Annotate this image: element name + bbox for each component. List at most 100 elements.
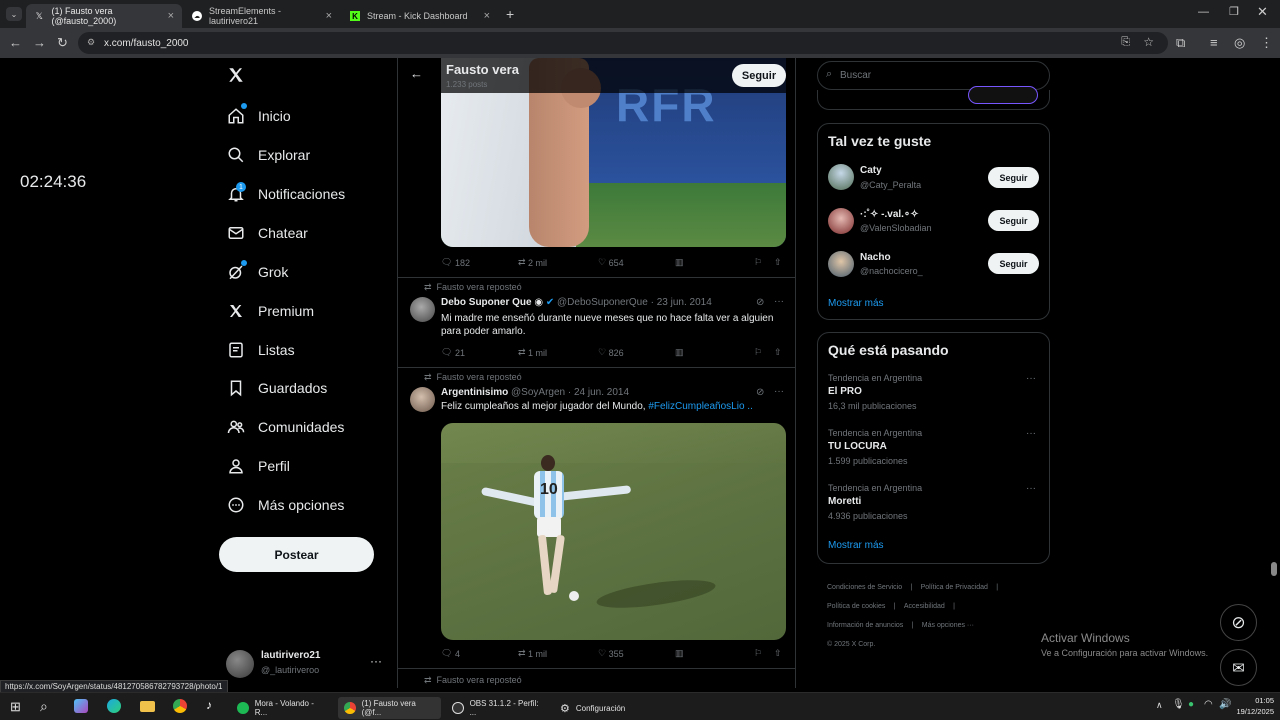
share-button[interactable]: ⇧ [774, 648, 782, 659]
share-button[interactable]: ⇧ [774, 347, 782, 358]
footer-link[interactable]: Política de Privacidad [921, 584, 988, 591]
profile-icon[interactable]: ◎ [1234, 35, 1245, 51]
grok-icon[interactable]: ⊘ [756, 387, 764, 398]
site-info-icon[interactable]: ⚙ [87, 37, 95, 48]
trend-item[interactable]: Tendencia en Argentina El PRO 16,3 mil p… [818, 371, 1049, 415]
show-more-link[interactable]: Mostrar más [828, 540, 884, 551]
tray-chevron-icon[interactable]: ∧ [1156, 700, 1163, 711]
search-input[interactable]: Buscar [840, 70, 871, 81]
views-icon[interactable]: ▥ [675, 257, 684, 268]
like-button[interactable]: ♡ 654 [598, 257, 624, 268]
wifi-icon[interactable]: ◠ [1204, 699, 1213, 710]
share-button[interactable]: ⇧ [774, 257, 782, 268]
live-avatars[interactable] [968, 86, 1038, 104]
user-name[interactable]: Caty [860, 165, 882, 176]
install-app-icon[interactable]: ⎘ [1121, 36, 1130, 49]
microphone-icon[interactable]: 🎙 [1172, 699, 1185, 710]
views-icon[interactable]: ▥ [675, 347, 684, 358]
tray-app-icon[interactable]: ● [1188, 699, 1194, 710]
nav-inicio[interactable]: Inicio [226, 101, 291, 131]
close-icon[interactable]: × [326, 10, 332, 22]
tab-kick[interactable]: K Stream - Kick Dashboard × [342, 4, 498, 28]
bookmark-button[interactable]: ⚐ [754, 347, 762, 358]
follow-button[interactable]: Seguir [988, 167, 1039, 188]
show-more-link[interactable]: Mostrar más [828, 298, 884, 309]
views-icon[interactable]: ▥ [675, 648, 684, 659]
avatar[interactable] [410, 297, 435, 322]
extensions-icon[interactable]: ⧉ [1176, 35, 1185, 51]
windows-start-icon[interactable]: ⊞ [10, 699, 21, 715]
scrollbar[interactable] [1271, 62, 1277, 688]
tweet-argentinisimo[interactable]: ⇄ Fausto vera reposteó Argentinisimo @So… [398, 370, 795, 430]
nav-mas-opciones[interactable]: Más opciones [226, 490, 344, 520]
back-icon[interactable]: ← [9, 35, 22, 50]
follow-button[interactable]: Seguir [988, 210, 1039, 231]
follow-button[interactable]: Seguir [732, 64, 786, 87]
scrollbar-thumb[interactable] [1271, 562, 1277, 576]
avatar[interactable] [410, 387, 435, 412]
forward-icon[interactable]: → [33, 35, 46, 50]
nav-perfil[interactable]: Perfil [226, 451, 290, 481]
footer-link[interactable]: Información de anuncios [827, 622, 903, 629]
repost-button[interactable]: ⇄ 1 mil [518, 347, 547, 358]
taskbar-app-settings[interactable]: ⚙ Configuración [554, 697, 644, 719]
tab-search-icon[interactable]: ⌄ [6, 7, 22, 21]
repost-button[interactable]: ⇄ 2 mil [518, 257, 547, 268]
edge-icon[interactable] [107, 699, 121, 713]
taskbar-app-chrome[interactable]: (1) Fausto vera (@f... [338, 697, 441, 719]
grok-fab-icon[interactable]: ⊘ [1220, 604, 1257, 641]
copilot-icon[interactable] [74, 699, 88, 713]
reply-button[interactable]: 🗨 4 [441, 648, 460, 659]
tab-fausto[interactable]: 𝕏 (1) Fausto vera (@fausto_2000) × [26, 4, 182, 28]
nav-notificaciones[interactable]: Notificaciones 1 [226, 179, 345, 209]
avatar[interactable] [828, 208, 854, 234]
reply-button[interactable]: 🗨 182 [441, 257, 470, 268]
reply-button[interactable]: 🗨 21 [441, 347, 465, 358]
like-button[interactable]: ♡ 355 [598, 648, 624, 659]
more-icon[interactable]: ··· [774, 386, 784, 397]
volume-icon[interactable]: 🔊 [1219, 699, 1231, 710]
tiktok-icon[interactable]: ♪ [206, 698, 212, 712]
grok-icon[interactable]: ⊘ [756, 297, 764, 308]
reload-icon[interactable]: ↻ [57, 35, 68, 51]
nav-guardados[interactable]: Guardados [226, 373, 327, 403]
hashtag-link[interactable]: #FelizCumpleañosLio .. [648, 401, 753, 412]
back-arrow-icon[interactable]: ← [410, 66, 423, 81]
tweet-photo[interactable]: 10 [441, 423, 786, 640]
more-icon[interactable]: ··· [1026, 483, 1036, 494]
taskbar-app-obs[interactable]: OBS 31.1.2 - Perfil: ... [446, 697, 550, 719]
user-name[interactable]: ·:˚✧ -.val.∘✧ [860, 209, 919, 220]
bookmark-button[interactable]: ⚐ [754, 257, 762, 268]
url-field[interactable]: ⚙ x.com/fausto_2000 ⎘ ☆ [78, 32, 1168, 54]
more-icon[interactable]: ··· [370, 654, 382, 668]
post-button[interactable]: Postear [219, 537, 374, 572]
nav-comunidades[interactable]: Comunidades [226, 412, 344, 442]
minimize-icon[interactable]: — [1198, 6, 1209, 18]
trend-item[interactable]: Tendencia en Argentina TU LOCURA 1.599 p… [818, 426, 1049, 470]
nav-chatear[interactable]: Chatear [226, 218, 308, 248]
new-tab-icon[interactable]: + [506, 6, 514, 22]
nav-premium[interactable]: Premium [226, 296, 314, 326]
chrome-icon[interactable] [173, 699, 187, 713]
media-icon[interactable]: ≡ [1210, 35, 1218, 50]
trend-item[interactable]: Tendencia en Argentina Moretti 4.936 pub… [818, 481, 1049, 525]
menu-icon[interactable]: ⋮ [1260, 35, 1273, 51]
avatar[interactable] [828, 164, 854, 190]
close-icon[interactable]: × [484, 10, 490, 22]
account-switcher[interactable]: lautirivero21 @_lautiriveroo ··· [226, 648, 386, 680]
nav-explorar[interactable]: Explorar [226, 140, 310, 170]
bookmark-star-icon[interactable]: ☆ [1143, 35, 1154, 49]
follow-button[interactable]: Seguir [988, 253, 1039, 274]
footer-link[interactable]: Política de cookies [827, 603, 885, 610]
user-name[interactable]: Nacho [860, 252, 891, 263]
repost-button[interactable]: ⇄ 1 mil [518, 648, 547, 659]
footer-link[interactable]: Condiciones de Servicio [827, 584, 902, 591]
messages-fab-icon[interactable]: ✉ [1220, 649, 1257, 686]
x-logo-icon[interactable] [227, 66, 245, 84]
more-icon[interactable]: ··· [1026, 373, 1036, 384]
footer-link[interactable]: Más opciones ··· [922, 622, 974, 629]
window-close-icon[interactable]: ✕ [1257, 4, 1268, 20]
nav-grok[interactable]: Grok [226, 257, 288, 287]
tray-clock[interactable]: 01:05 19/12/2025 [1234, 696, 1274, 716]
footer-link[interactable]: Accesibilidad [904, 603, 945, 610]
